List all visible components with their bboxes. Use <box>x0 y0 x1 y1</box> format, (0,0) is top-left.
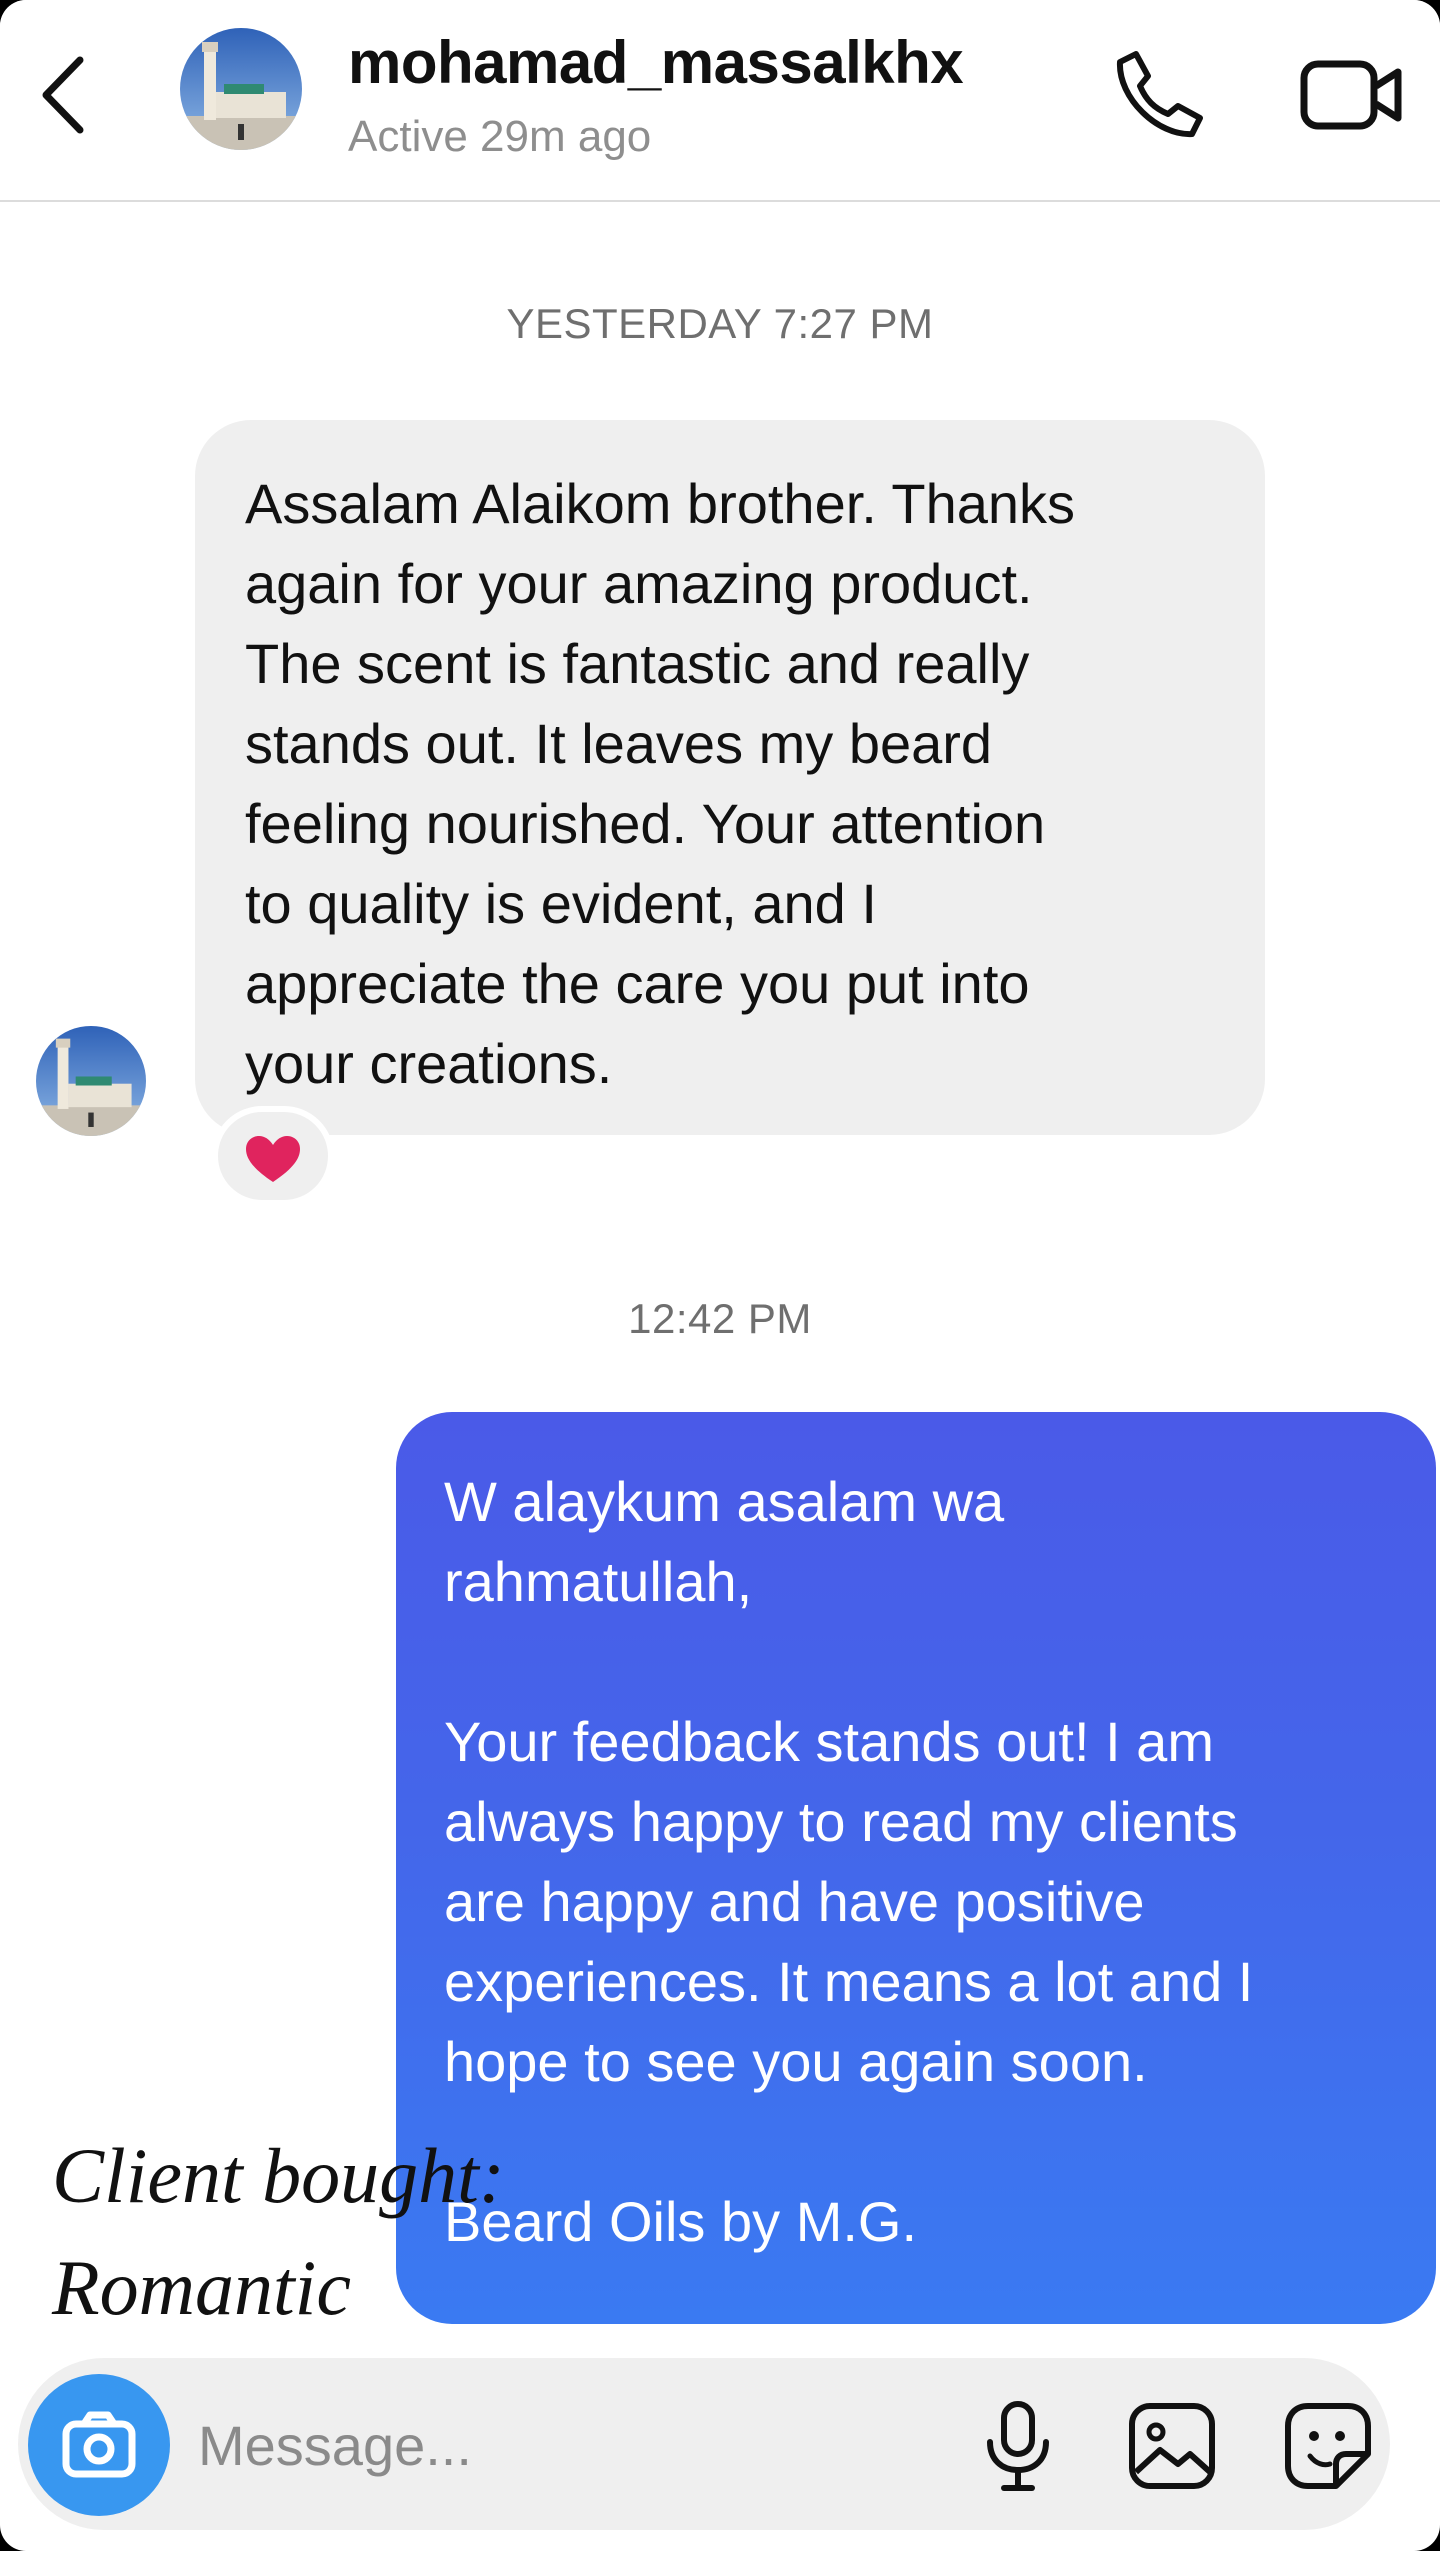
chat-header: mohamad_massalkhx Active 29m ago <box>0 0 1440 202</box>
mosque-photo-icon <box>180 28 302 150</box>
contact-username[interactable]: mohamad_massalkhx <box>348 28 964 97</box>
message-composer <box>18 2358 1390 2530</box>
video-call-button[interactable] <box>1298 50 1408 140</box>
image-icon <box>1129 2403 1215 2489</box>
mosque-photo-icon <box>36 1026 146 1136</box>
message-reaction[interactable] <box>212 1106 334 1206</box>
sticker-icon <box>1285 2403 1371 2489</box>
chat-screen: mohamad_massalkhx Active 29m ago YESTERD… <box>0 0 1440 2551</box>
outgoing-message-text: W alaykum asalam wa rahmatullah, Your fe… <box>444 1470 1254 2253</box>
active-status: Active 29m ago <box>348 112 652 161</box>
microphone-icon <box>987 2401 1049 2491</box>
camera-icon <box>62 2411 136 2478</box>
message-timestamp: 12:42 PM <box>628 1295 812 1342</box>
back-button[interactable] <box>28 40 98 150</box>
overlay-caption: Client bought: Romantic <box>52 2132 505 2331</box>
gallery-button[interactable] <box>1124 2398 1220 2494</box>
call-button[interactable] <box>1108 44 1208 144</box>
chevron-left-icon <box>42 56 84 134</box>
phone-icon <box>1116 51 1203 138</box>
message-timestamp: YESTERDAY 7:27 PM <box>506 300 934 347</box>
incoming-message-bubble[interactable]: Assalam Alaikom brother. Thanks again fo… <box>195 420 1265 1135</box>
avatar[interactable] <box>180 28 302 150</box>
heart-icon <box>246 1136 300 1182</box>
sticker-button[interactable] <box>1280 2398 1376 2494</box>
incoming-message-text: Assalam Alaikom brother. Thanks again fo… <box>245 472 1076 1095</box>
video-camera-icon <box>1300 60 1402 130</box>
sender-avatar[interactable] <box>36 1026 146 1136</box>
message-input[interactable] <box>196 2404 900 2486</box>
voice-message-button[interactable] <box>978 2396 1058 2496</box>
outgoing-message-bubble[interactable]: W alaykum asalam wa rahmatullah, Your fe… <box>396 1412 1436 2324</box>
camera-button[interactable] <box>28 2374 170 2516</box>
